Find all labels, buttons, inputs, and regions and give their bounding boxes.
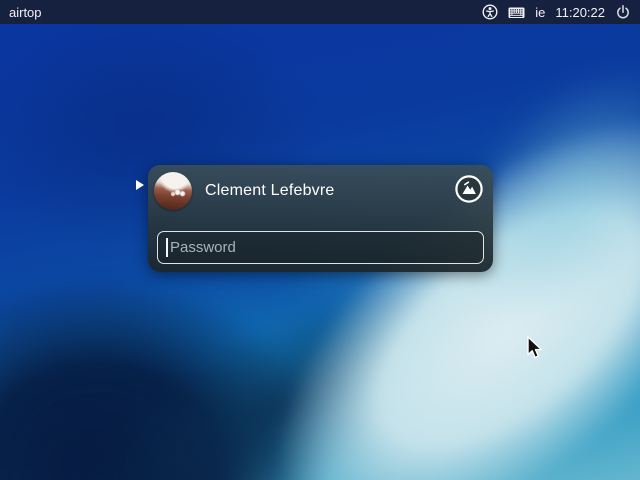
top-panel-indicators: ie 11:20:22	[482, 4, 631, 20]
username-label: Clement Lefebvre	[205, 182, 335, 200]
user-avatar	[154, 172, 192, 210]
session-badge-button[interactable]	[455, 175, 483, 203]
selected-user-marker-icon	[136, 180, 144, 190]
hostname-label: airtop	[9, 5, 42, 20]
mountain-session-badge-icon	[455, 175, 483, 203]
mouse-cursor-icon	[526, 336, 546, 367]
clock-label: 11:20:22	[555, 5, 605, 20]
login-panel: Clement Lefebvre	[148, 165, 493, 272]
keyboard-layout-label[interactable]: ie	[535, 5, 545, 20]
accessibility-icon[interactable]	[482, 4, 498, 20]
power-icon[interactable]	[615, 4, 631, 20]
keyboard-layout-icon[interactable]	[508, 6, 525, 19]
user-row[interactable]: Clement Lefebvre	[154, 170, 483, 212]
text-caret	[166, 238, 168, 257]
password-field-wrap	[157, 231, 484, 264]
password-input[interactable]	[157, 231, 484, 264]
top-panel: airtop	[0, 0, 640, 24]
